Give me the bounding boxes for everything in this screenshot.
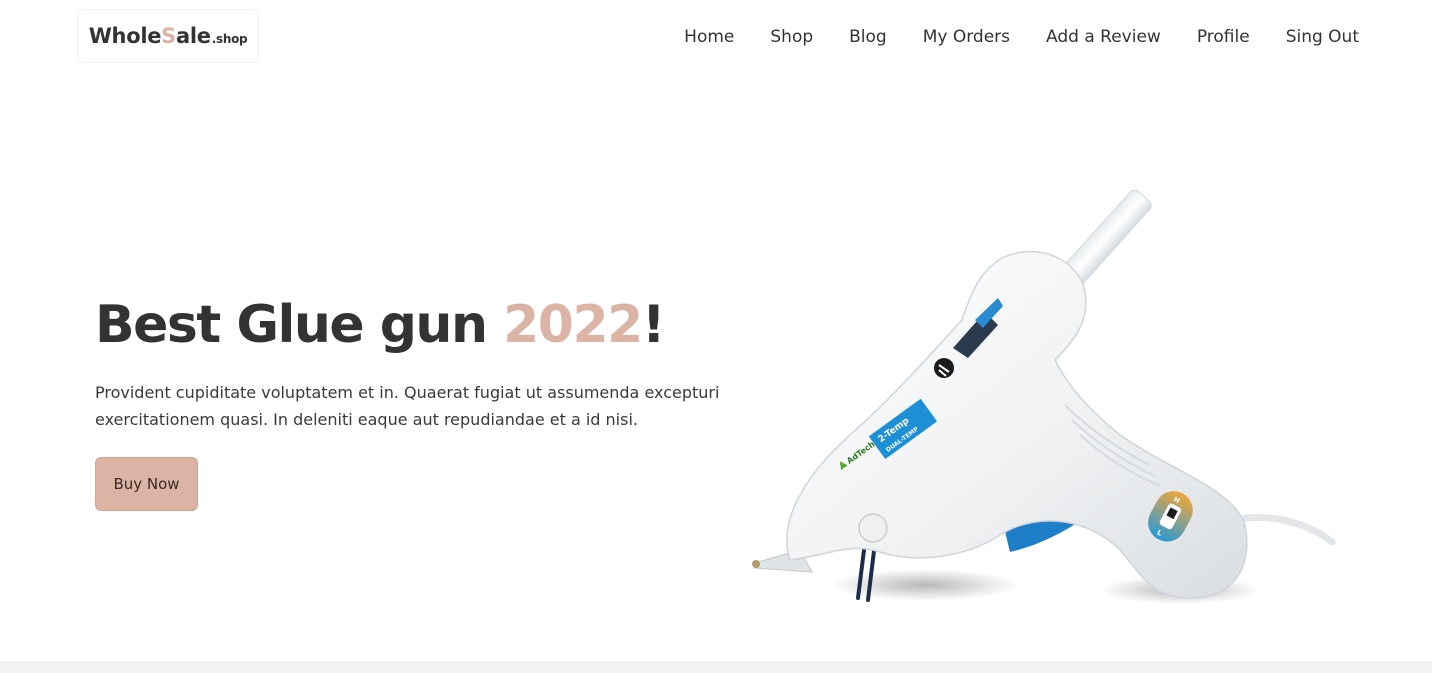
logo-accent: S [161, 24, 176, 48]
nav-sign-out[interactable]: Sing Out [1286, 24, 1359, 50]
nav-shop[interactable]: Shop [770, 24, 813, 50]
power-cord [1241, 513, 1336, 546]
nozzle-collar [858, 513, 888, 543]
nav-profile[interactable]: Profile [1197, 24, 1250, 50]
page: WholeSale.shop Home Shop Blog My Orders … [0, 0, 1432, 673]
main-nav: Home Shop Blog My Orders Add a Review Pr… [684, 24, 1359, 50]
logo-main: Whole [88, 24, 162, 48]
hero-title-year: 2022 [503, 295, 643, 355]
nav-blog[interactable]: Blog [849, 24, 887, 50]
logo[interactable]: WholeSale.shop [89, 24, 248, 48]
hero-title-end: ! [641, 295, 666, 355]
nav-my-orders[interactable]: My Orders [923, 24, 1010, 50]
logo-rest: ale [176, 24, 211, 48]
logo-box[interactable]: WholeSale.shop [77, 9, 259, 63]
buy-now-button[interactable]: Buy Now [95, 457, 198, 511]
logo-tld: .shop [211, 32, 248, 46]
hero-title: Best Glue gun 2022! [95, 292, 666, 358]
nav-add-review[interactable]: Add a Review [1046, 24, 1161, 50]
nav-home[interactable]: Home [684, 24, 734, 50]
hero-title-main: Best Glue gun [95, 295, 504, 355]
footer-strip [0, 661, 1432, 673]
nozzle-tip [752, 560, 760, 568]
hero-description: Provident cupiditate voluptatem et in. Q… [95, 383, 720, 429]
glue-gun-image: 2-Temp DUAL-TEMP AdTech H L [752, 189, 1336, 604]
